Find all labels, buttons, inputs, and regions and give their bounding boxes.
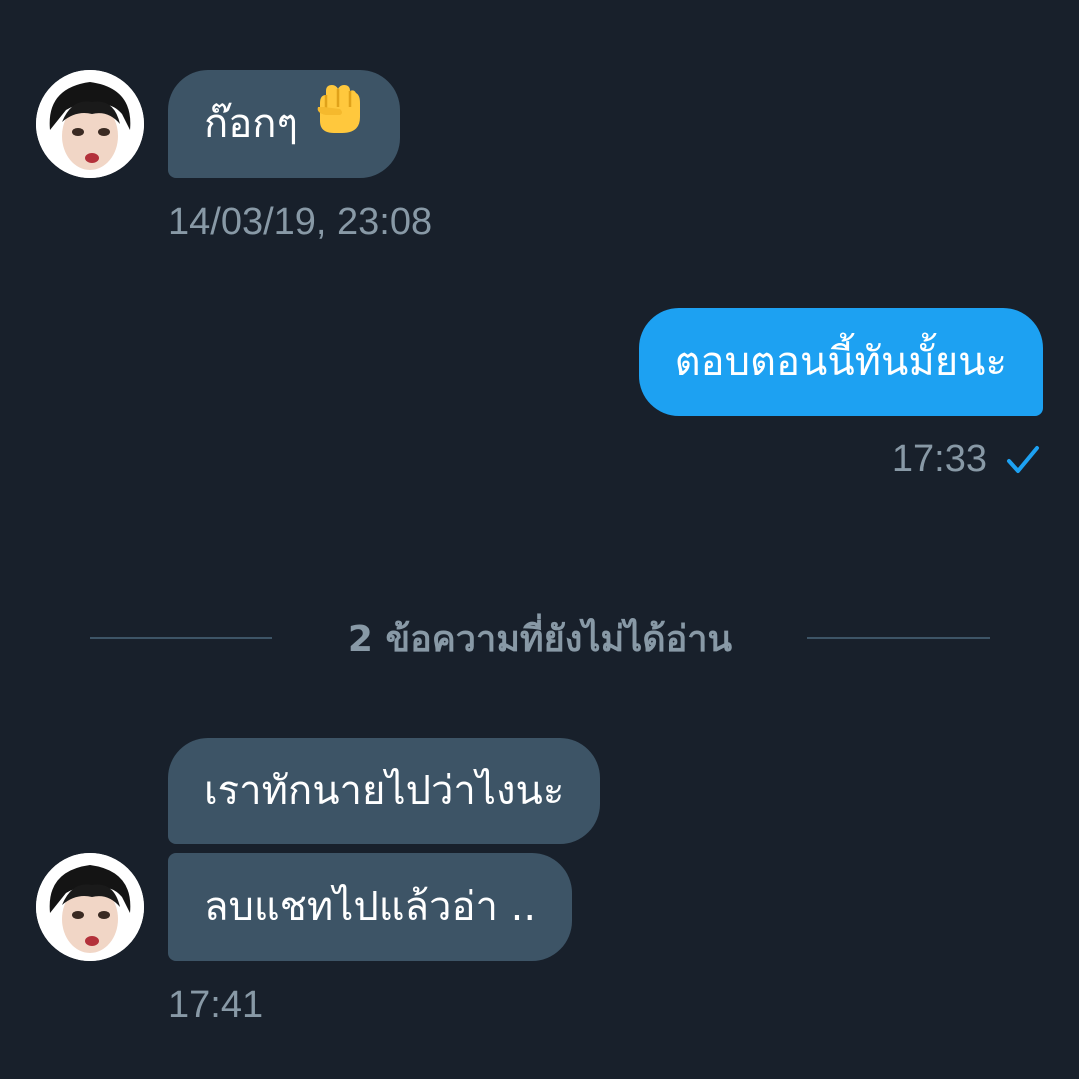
sender-avatar-image: [36, 70, 144, 178]
incoming-message-bubble[interactable]: ลบแชทไปแล้วอ่า ..: [168, 853, 573, 961]
message-text: เราทักนายไปว่าไงนะ: [204, 768, 565, 814]
check-icon: [1007, 446, 1039, 473]
message-timestamp: 17:41: [168, 984, 264, 1026]
message-text: ลบแชทไปแล้วอ่า ..: [204, 884, 537, 930]
message-timestamp: 14/03/19, 23:08: [168, 201, 433, 243]
outgoing-message-bubble[interactable]: ตอบตอนนี้ทันมั้ยนะ: [638, 308, 1043, 416]
dm-conversation: ก๊อกๆ 14/03/19, 23:08 ตอบตอนนี้ทันมั้ยนะ…: [0, 0, 1079, 1079]
divider-line: [90, 637, 272, 639]
message-text: ก๊อกๆ: [204, 101, 298, 147]
message-timestamp: 17:33: [891, 438, 987, 480]
incoming-message-bubble[interactable]: เราทักนายไปว่าไงนะ: [168, 738, 601, 844]
sender-avatar-image: [36, 853, 144, 961]
incoming-message-bubble[interactable]: ก๊อกๆ: [168, 70, 400, 178]
divider-line: [807, 637, 990, 639]
sender-avatar[interactable]: [36, 853, 144, 961]
message-text: ตอบตอนนี้ทันมั้ยนะ: [674, 339, 1007, 385]
unread-divider-label: 2 ข้อความที่ยังไม่ได้อ่าน: [347, 619, 733, 660]
raised-fist-icon: [312, 68, 362, 176]
sender-avatar[interactable]: [36, 70, 144, 178]
